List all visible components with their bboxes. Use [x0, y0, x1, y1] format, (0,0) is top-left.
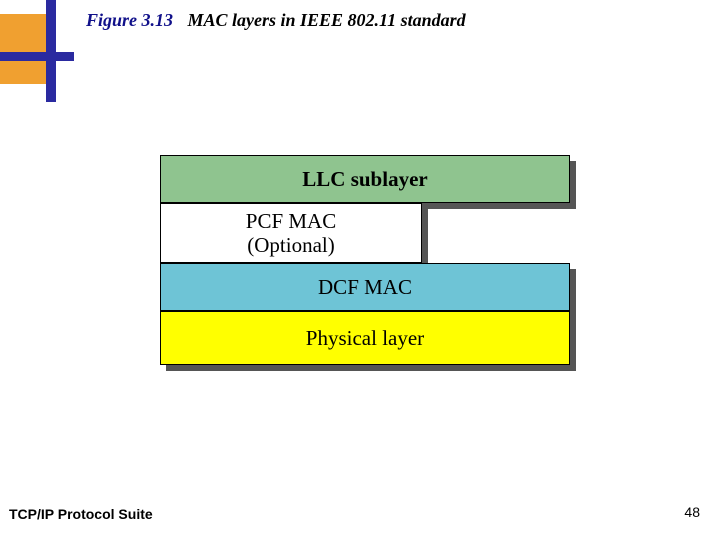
layer-pcf-label-1: PCF MAC	[246, 209, 336, 233]
figure-title: Figure 3.13 MAC layers in IEEE 802.11 st…	[86, 10, 466, 31]
layer-physical: Physical layer	[160, 311, 570, 365]
layer-pcf-face: PCF MAC (Optional)	[160, 203, 422, 263]
layer-pcf-label-2: (Optional)	[247, 233, 334, 257]
layer-physical-label: Physical layer	[160, 311, 570, 365]
figure-caption: MAC layers in IEEE 802.11 standard	[188, 10, 466, 30]
layer-dcf-label: DCF MAC	[160, 263, 570, 311]
corner-accent-blue-h	[0, 52, 74, 61]
layer-pcf: PCF MAC (Optional)	[160, 203, 422, 263]
layer-llc-label: LLC sublayer	[160, 155, 570, 203]
page-number: 48	[684, 504, 700, 520]
mac-layers-diagram: LLC sublayer PCF MAC (Optional) DCF MAC …	[160, 155, 570, 365]
footer-text: TCP/IP Protocol Suite	[9, 506, 153, 522]
corner-accent-blue-v	[46, 0, 56, 102]
layer-dcf: DCF MAC	[160, 263, 570, 311]
layer-llc: LLC sublayer	[160, 155, 570, 203]
figure-number: Figure 3.13	[86, 10, 173, 30]
slide: Figure 3.13 MAC layers in IEEE 802.11 st…	[0, 0, 720, 540]
